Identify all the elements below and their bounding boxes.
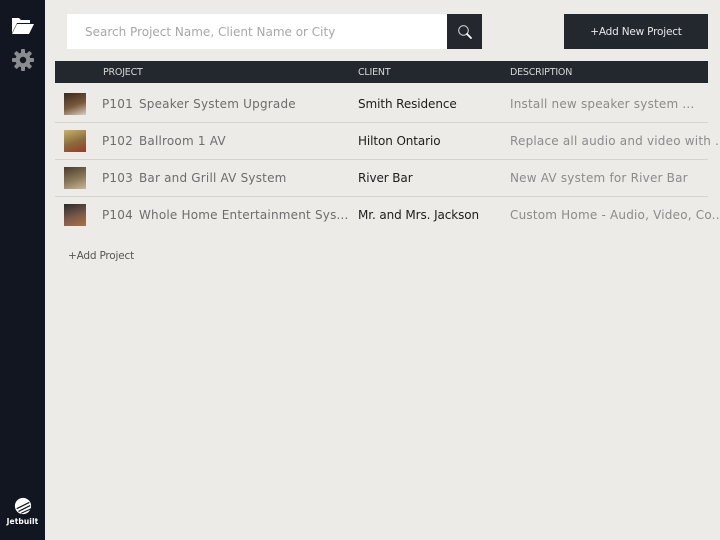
add-new-project-button[interactable]: +Add New Project bbox=[564, 14, 708, 49]
search-box bbox=[67, 14, 447, 49]
project-description: Replace all audio and video with ... bbox=[510, 134, 720, 148]
project-row[interactable]: P103 Bar and Grill AV System River Bar Ne… bbox=[55, 160, 708, 197]
project-row[interactable]: P101 Speaker System Upgrade Smith Residen… bbox=[55, 86, 708, 123]
project-description: Custom Home - Audio, Video, Co... bbox=[510, 208, 720, 222]
project-name: P103 Bar and Grill AV System bbox=[102, 171, 287, 185]
project-row[interactable]: P104 Whole Home Entertainment Sys... Mr. … bbox=[55, 197, 720, 234]
client-name: Smith Residence bbox=[358, 97, 457, 111]
column-header-description[interactable]: DESCRIPTION bbox=[510, 67, 572, 78]
add-project-link[interactable]: +Add Project bbox=[68, 250, 134, 262]
project-name: P104 Whole Home Entertainment Sys... bbox=[102, 208, 349, 222]
project-thumbnail bbox=[64, 204, 86, 226]
project-row[interactable]: P102 Ballroom 1 AV Hilton Ontario Replace… bbox=[55, 123, 720, 160]
column-header-client[interactable]: CLIENT bbox=[358, 67, 391, 78]
sidebar: Jetbuilt bbox=[0, 0, 45, 540]
client-name: Hilton Ontario bbox=[358, 134, 441, 148]
project-code: P101 bbox=[102, 97, 133, 111]
project-thumbnail bbox=[64, 130, 86, 152]
search-button[interactable] bbox=[447, 14, 482, 49]
project-title: Speaker System Upgrade bbox=[138, 97, 296, 111]
project-title: Whole Home Entertainment Sys... bbox=[138, 208, 349, 222]
project-code: P104 bbox=[102, 208, 133, 222]
folder-open-icon[interactable] bbox=[11, 14, 35, 38]
project-description: New AV system for River Bar bbox=[510, 171, 688, 185]
table-header: PROJECT CLIENT DESCRIPTION bbox=[55, 61, 708, 83]
project-code: P102 bbox=[102, 134, 133, 148]
client-name: Mr. and Mrs. Jackson bbox=[358, 208, 480, 222]
project-name: P102 Ballroom 1 AV bbox=[102, 134, 226, 148]
gear-icon[interactable] bbox=[11, 48, 35, 72]
project-list: P101 Speaker System Upgrade Smith Residen… bbox=[55, 86, 720, 234]
search-input[interactable] bbox=[67, 14, 447, 49]
project-thumbnail bbox=[64, 93, 86, 115]
project-description: Install new speaker system ... bbox=[510, 97, 695, 111]
globe-logo-icon bbox=[14, 497, 31, 515]
project-title: Ballroom 1 AV bbox=[138, 134, 226, 148]
project-code: P103 bbox=[102, 171, 133, 185]
jetbuilt-logo: Jetbuilt bbox=[0, 497, 45, 526]
project-title: Bar and Grill AV System bbox=[138, 171, 287, 185]
client-name: River Bar bbox=[358, 171, 413, 185]
project-name: P101 Speaker System Upgrade bbox=[102, 97, 296, 111]
logo-text: Jetbuilt bbox=[6, 517, 39, 526]
project-thumbnail bbox=[64, 167, 86, 189]
search-icon bbox=[457, 24, 472, 39]
column-header-project[interactable]: PROJECT bbox=[103, 67, 143, 78]
